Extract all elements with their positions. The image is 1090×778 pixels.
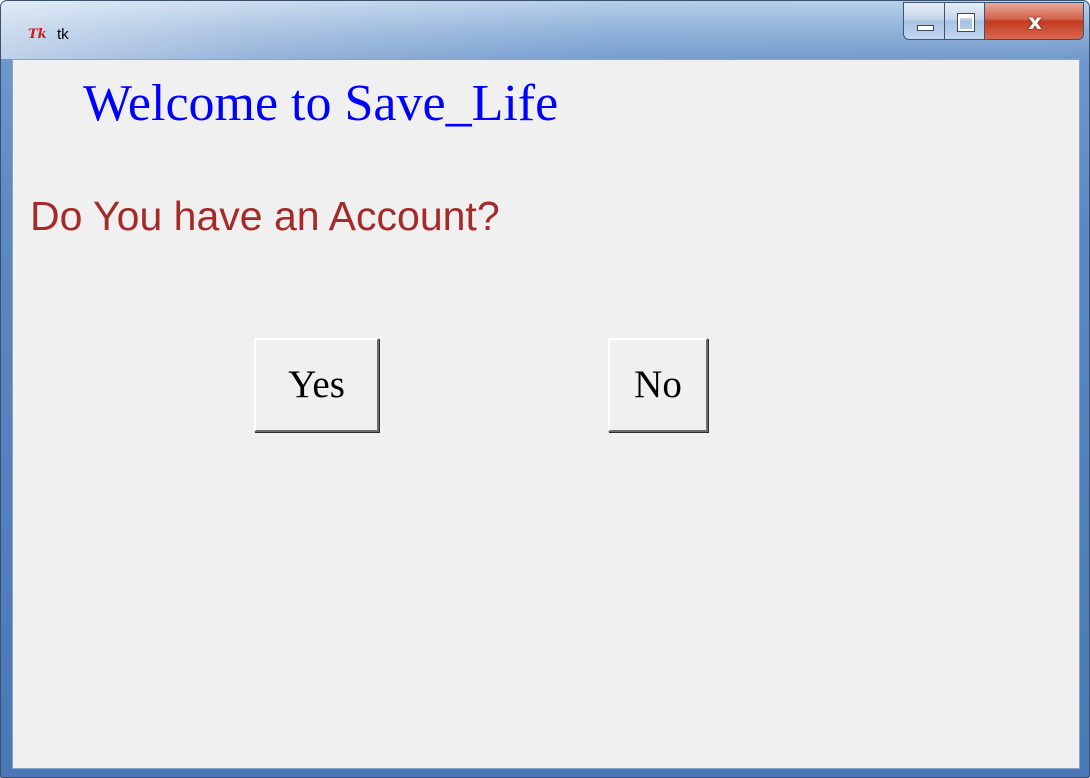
caption-buttons: x <box>903 2 1084 42</box>
tk-feather-icon[interactable]: Tk <box>28 27 50 43</box>
minimize-button[interactable] <box>903 2 945 40</box>
no-button[interactable]: No <box>608 338 708 432</box>
window-title: tk <box>57 26 69 43</box>
yes-button[interactable]: Yes <box>254 338 379 432</box>
close-icon: x <box>1028 10 1042 34</box>
minimize-icon <box>917 25 934 31</box>
app-window: Tk tk x Welcome to Save_Life Do You have… <box>0 0 1090 778</box>
title-bar[interactable]: Tk tk x <box>1 1 1089 59</box>
welcome-heading: Welcome to Save_Life <box>83 75 559 132</box>
maximize-button[interactable] <box>944 2 985 40</box>
account-question-label: Do You have an Account? <box>30 193 500 239</box>
client-area: Welcome to Save_Life Do You have an Acco… <box>12 59 1080 769</box>
close-button[interactable]: x <box>984 2 1084 40</box>
maximize-icon <box>957 13 975 32</box>
